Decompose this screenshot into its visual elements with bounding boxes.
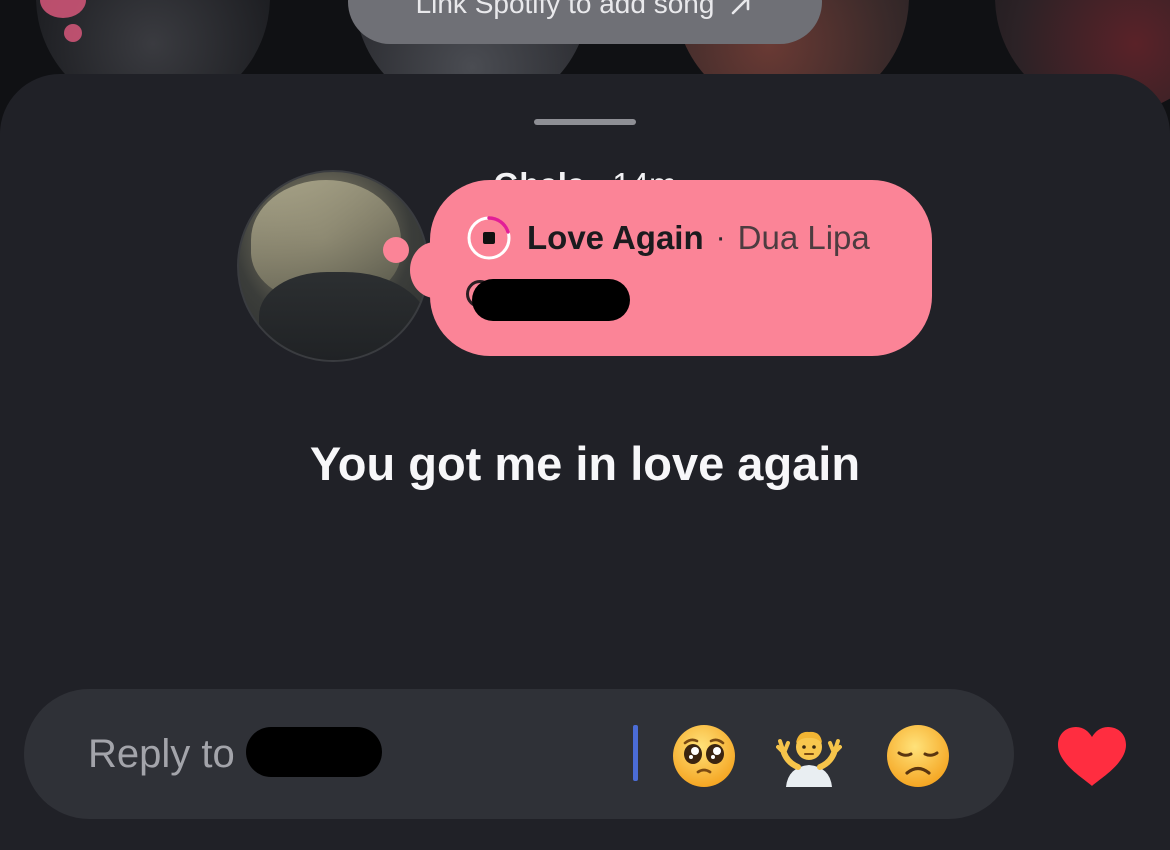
song-artist: Dua Lipa <box>737 219 870 256</box>
heart-icon[interactable] <box>1056 726 1128 788</box>
sheet-grabber[interactable] <box>534 119 636 125</box>
note-bubble <box>430 180 932 356</box>
link-spotify-button[interactable]: Link Spotify to add song <box>348 0 822 44</box>
song-separator: · <box>715 221 726 254</box>
redacted-text <box>472 279 630 321</box>
reply-placeholder: Reply to <box>88 732 235 776</box>
redacted-username <box>246 727 382 777</box>
link-spotify-label: Link Spotify to add song <box>415 0 715 19</box>
note-caption: You got me in love again <box>309 437 861 490</box>
arrow-up-right-icon <box>732 0 750 15</box>
song-title: Love Again <box>527 219 704 256</box>
song-row[interactable]: Love Again · Dua Lipa <box>465 213 870 263</box>
person-shrugging-icon[interactable] <box>776 723 842 789</box>
author-avatar[interactable] <box>237 170 429 362</box>
stop-icon[interactable] <box>465 214 513 262</box>
note-bubble-dot <box>64 24 82 42</box>
bubble-tail-dot <box>383 237 409 263</box>
note-viewer-screen: Link Spotify to add song Ghala·14m Love … <box>0 0 1170 850</box>
text-caret <box>633 725 638 781</box>
pleading-face-icon[interactable] <box>671 723 737 789</box>
disappointed-face-icon[interactable] <box>885 723 951 789</box>
avatar-body <box>259 272 427 360</box>
